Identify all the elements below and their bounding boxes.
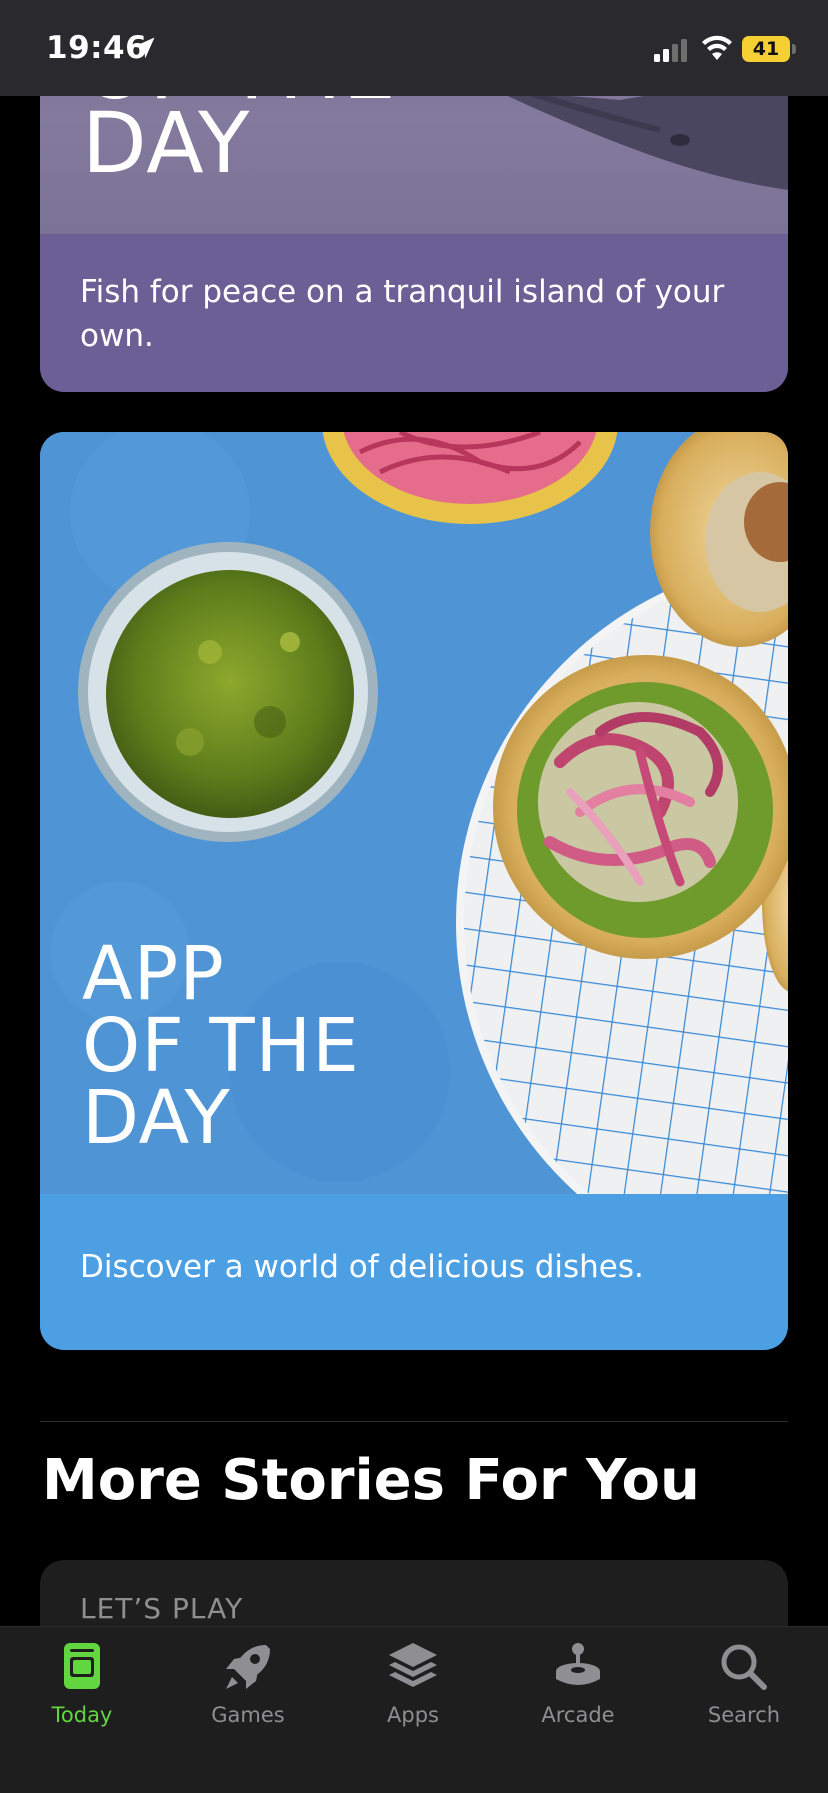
joystick-icon bbox=[556, 1643, 600, 1685]
tab-today[interactable]: Today bbox=[22, 1639, 142, 1739]
layers-icon bbox=[389, 1643, 437, 1687]
tab-arcade[interactable]: Arcade bbox=[518, 1639, 638, 1739]
battery-tip bbox=[792, 44, 796, 54]
tab-label: Today bbox=[51, 1703, 113, 1727]
food-artwork: APP OF THE DAY bbox=[40, 432, 788, 1194]
section-heading: More Stories For You bbox=[42, 1448, 700, 1513]
tab-label: Arcade bbox=[541, 1703, 615, 1727]
tab-label: Search bbox=[707, 1703, 781, 1727]
cellular-signal-icon bbox=[654, 39, 687, 62]
tab-bar: Today Games Apps Arcade Search bbox=[0, 1626, 828, 1793]
today-icon bbox=[64, 1643, 100, 1689]
location-arrow-icon bbox=[133, 37, 155, 59]
status-bar: 19:46 41 bbox=[0, 0, 828, 96]
story-kicker: LET’S PLAY bbox=[80, 1592, 244, 1625]
card-title: APP OF THE DAY bbox=[82, 931, 360, 1161]
rocket-icon bbox=[226, 1645, 270, 1689]
tab-apps[interactable]: Apps bbox=[353, 1639, 473, 1739]
battery-indicator: 41 bbox=[742, 36, 790, 62]
search-icon bbox=[721, 1644, 767, 1690]
tab-search[interactable]: Search bbox=[684, 1639, 804, 1739]
card-footer: Discover a world of delicious dishes. bbox=[40, 1194, 788, 1350]
tab-label: Apps bbox=[387, 1703, 439, 1727]
card-footer: Fish for peace on a tranquil island of y… bbox=[40, 234, 788, 392]
card-description: Fish for peace on a tranquil island of y… bbox=[80, 274, 725, 354]
card-description: Discover a world of delicious dishes. bbox=[80, 1249, 644, 1285]
tab-games[interactable]: Games bbox=[188, 1639, 308, 1739]
section-divider bbox=[40, 1421, 788, 1422]
tab-label: Games bbox=[211, 1703, 285, 1727]
wifi-icon bbox=[702, 35, 732, 60]
app-of-the-day-card-food[interactable]: APP OF THE DAY Discover a world of delic… bbox=[40, 432, 788, 1350]
